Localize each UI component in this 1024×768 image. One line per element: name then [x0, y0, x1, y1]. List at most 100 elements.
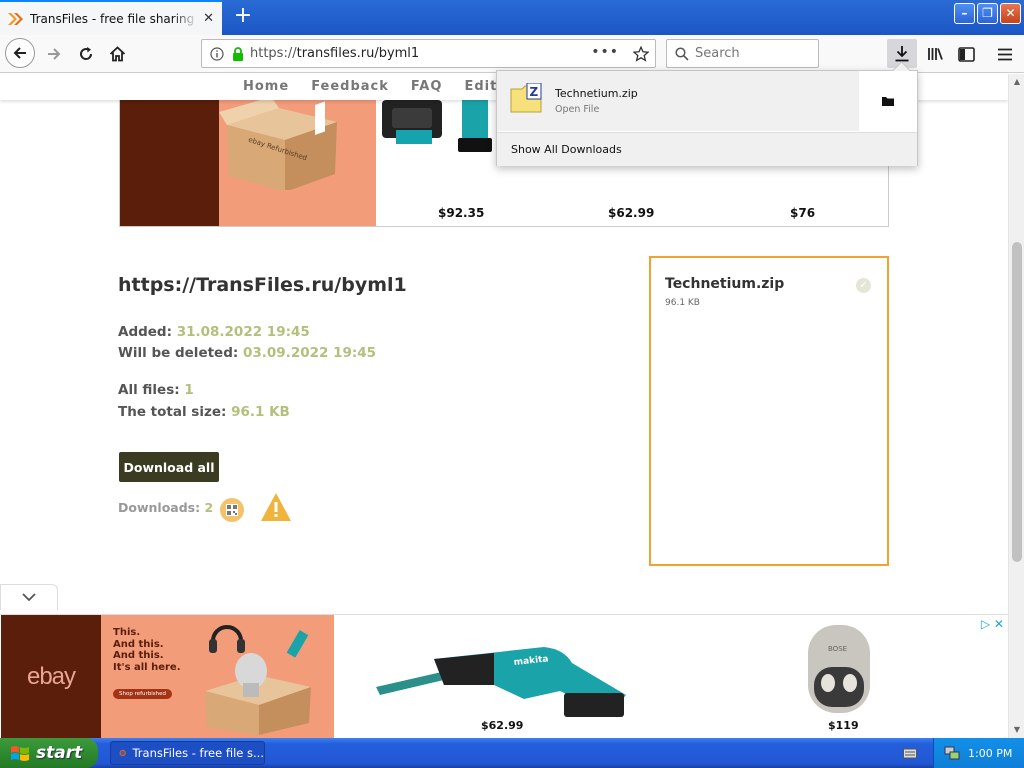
nav-faq-link[interactable]: FAQ	[411, 74, 443, 100]
show-all-downloads-link[interactable]: Show All Downloads	[497, 132, 917, 166]
home-icon[interactable]	[103, 41, 131, 67]
search-box[interactable]	[666, 39, 819, 68]
close-window-icon[interactable]: ✕	[1000, 3, 1021, 24]
ad-price-3: $76	[790, 206, 816, 220]
file-size: 96.1 KB	[665, 298, 700, 308]
start-button[interactable]: start	[0, 738, 98, 768]
ad-brand-panel	[120, 100, 219, 226]
deleted-label: Will be deleted:	[118, 345, 239, 361]
collapse-ad-button[interactable]	[0, 584, 58, 610]
bottom-ad-price-1: $62.99	[481, 719, 524, 732]
deleted-row: Will be deleted: 03.09.2022 19:45	[118, 345, 376, 361]
back-icon[interactable]	[5, 38, 35, 68]
tagline-line-1: This.	[113, 627, 141, 638]
nav-toolbar: https://transfiles.ru/byml1 •••	[0, 35, 1024, 73]
ebay-promo-panel: This. And this. And this. It's all here.…	[101, 615, 334, 738]
url-text: https://transfiles.ru/byml1	[250, 46, 420, 61]
added-value: 31.08.2022 19:45	[176, 324, 310, 340]
file-name[interactable]: Technetium.zip	[665, 276, 784, 292]
downloads-panel: Z Technetium.zip Open File Show All Down…	[496, 70, 918, 166]
downloads-value: 2	[204, 500, 214, 515]
reciprocating-saw-image: makita	[376, 647, 626, 717]
total-size-row: The total size: 96.1 KB	[118, 404, 290, 420]
tagline-line-4: It's all here.	[113, 661, 181, 673]
tab-bar: TransFiles - free file sharing service ✕…	[0, 0, 1024, 35]
web-page: Home Feedback FAQ Editor ebay Refurbishe…	[0, 74, 1008, 738]
total-size-label: The total size:	[118, 404, 227, 420]
download-all-button[interactable]: Download all	[119, 452, 219, 482]
info-icon[interactable]	[210, 46, 224, 61]
forward-icon[interactable]	[40, 41, 68, 67]
menu-hamburger-icon[interactable]	[991, 41, 1019, 67]
all-files-label: All files:	[118, 382, 180, 398]
nav-home-link[interactable]: Home	[243, 74, 289, 100]
added-label: Added:	[118, 324, 172, 340]
added-row: Added: 31.08.2022 19:45	[118, 324, 310, 340]
window-controls: – ❐ ✕	[954, 3, 1021, 24]
folder-icon	[882, 97, 894, 106]
ad-image-panel: ebay Refurbished	[219, 100, 376, 226]
search-input[interactable]	[695, 46, 805, 61]
ad-price-2: $62.99	[608, 206, 655, 220]
deleted-value: 03.09.2022 19:45	[242, 345, 377, 361]
new-tab-icon[interactable]: +	[230, 3, 256, 29]
svg-text:Z: Z	[530, 85, 539, 99]
taskbar-item-label: TransFiles - free file s...	[132, 746, 264, 760]
nav-feedback-link[interactable]: Feedback	[311, 74, 389, 100]
tagline-line-2: And this.	[113, 638, 164, 650]
tagline-line-3: And this.	[113, 650, 164, 661]
all-files-value: 1	[184, 382, 194, 398]
close-tab-icon[interactable]: ✕	[203, 11, 214, 26]
taskbar: start TransFiles - free file s... 1:00 P…	[0, 738, 1024, 768]
drill-charger-image	[382, 100, 492, 152]
ad-price-1: $92.35	[438, 206, 485, 220]
tab-title: TransFiles - free file sharing service	[30, 11, 198, 26]
svg-text:BOSE: BOSE	[828, 645, 847, 653]
open-folder-button[interactable]	[859, 71, 917, 131]
start-label: start	[36, 743, 83, 763]
total-size-value: 96.1 KB	[231, 404, 290, 420]
system-tray: 1:00 PM	[933, 738, 1024, 768]
earbuds-case-image: BOSE	[808, 625, 870, 713]
url-bar[interactable]: https://transfiles.ru/byml1 •••	[201, 39, 656, 68]
report-warning-icon[interactable]	[259, 491, 293, 523]
bottom-ad-banner[interactable]: ebay This. And this. And this. It's all …	[0, 614, 1008, 738]
ad-choices-icon[interactable]: ▷ ✕	[981, 617, 1004, 631]
minimize-window-icon[interactable]: –	[954, 3, 975, 24]
tab-transfiles[interactable]: TransFiles - free file sharing service ✕	[0, 0, 222, 35]
lock-icon[interactable]	[232, 46, 244, 61]
download-item[interactable]: Z Technetium.zip Open File	[497, 71, 859, 131]
library-icon[interactable]	[921, 41, 949, 67]
qr-code-icon[interactable]	[220, 498, 244, 522]
reload-icon[interactable]	[72, 41, 100, 67]
taskbar-firefox-item[interactable]: TransFiles - free file s...	[110, 741, 265, 765]
keyboard-tray-icon[interactable]	[903, 746, 917, 760]
ebay-logo-panel: ebay	[1, 615, 101, 738]
restore-window-icon[interactable]: ❐	[977, 3, 998, 24]
scroll-thumb[interactable]	[1012, 242, 1022, 562]
transfiles-favicon-icon	[8, 12, 23, 25]
shop-refurbished-button[interactable]: Shop refurbished	[113, 689, 173, 699]
chevron-down-icon	[22, 593, 36, 602]
windows-flag-icon	[11, 746, 29, 761]
download-status: Open File	[555, 104, 600, 115]
file-list-panel: Technetium.zip 96.1 KB ✓	[649, 256, 889, 566]
downloads-count: Downloads: 2	[118, 500, 213, 515]
bookmark-star-icon[interactable]	[633, 46, 649, 62]
search-icon	[675, 46, 689, 61]
ebay-logo: ebay	[26, 663, 76, 690]
refurbished-products-image	[205, 625, 311, 735]
ad-tagline: This. And this. And this. It's all here.	[113, 627, 181, 673]
clock[interactable]: 1:00 PM	[968, 747, 1012, 760]
scroll-up-icon[interactable]: ▲	[1010, 74, 1024, 90]
page-scrollbar[interactable]: ▲ ▼	[1008, 74, 1024, 738]
network-tray-icon[interactable]	[944, 746, 960, 760]
zip-file-icon: Z	[510, 83, 542, 113]
scroll-down-icon[interactable]: ▼	[1010, 722, 1024, 738]
bottom-ad-price-2: $119	[828, 719, 859, 732]
downloads-label: Downloads:	[118, 500, 201, 515]
file-page-link[interactable]: https://TransFiles.ru/byml1	[118, 274, 407, 296]
sidebar-toggle-icon[interactable]	[952, 41, 980, 67]
download-file-name: Technetium.zip	[555, 87, 638, 100]
page-actions-icon[interactable]: •••	[591, 44, 619, 60]
